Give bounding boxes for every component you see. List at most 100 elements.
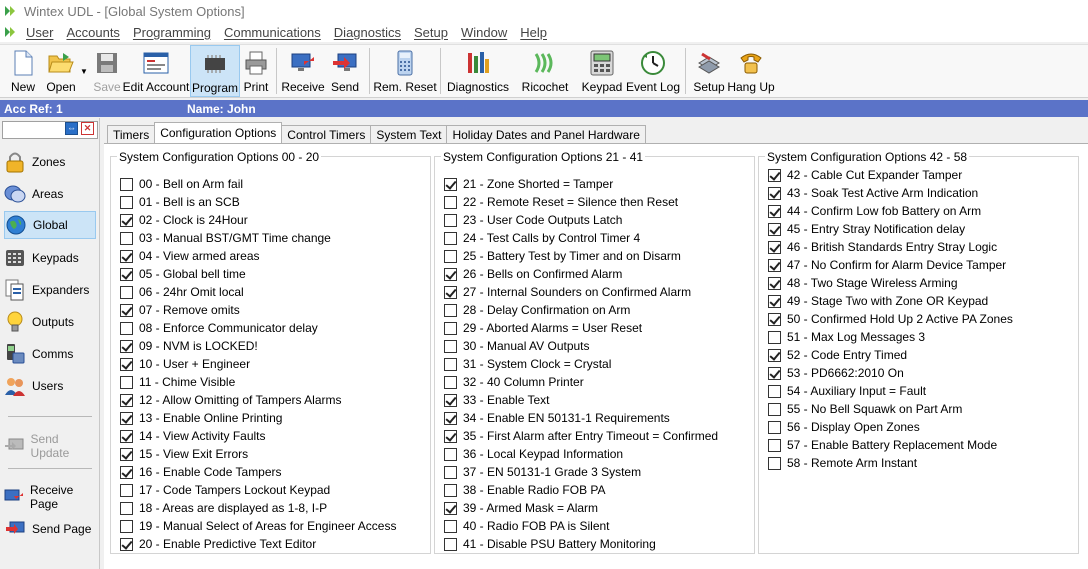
option-checkbox-row[interactable]: 13 - Enable Online Printing [120, 409, 282, 427]
option-checkbox-row[interactable]: 09 - NVM is LOCKED! [120, 337, 258, 355]
checkbox[interactable] [768, 330, 781, 344]
checkbox[interactable] [120, 321, 133, 335]
option-checkbox-row[interactable]: 11 - Chime Visible [120, 373, 235, 391]
menu-help[interactable]: Help [520, 25, 547, 40]
checkbox[interactable] [768, 240, 781, 254]
checkbox[interactable] [444, 501, 457, 515]
program-button[interactable]: Program [190, 45, 240, 97]
checkbox[interactable] [444, 447, 457, 461]
send-button[interactable]: Send [325, 45, 365, 97]
checkbox[interactable] [120, 393, 133, 407]
diagnostics-button[interactable]: Diagnostics [445, 45, 511, 97]
checkbox[interactable] [444, 537, 457, 551]
open-button[interactable]: Open [42, 45, 80, 97]
menu-diagnostics[interactable]: Diagnostics [334, 25, 401, 40]
checkbox[interactable] [120, 375, 133, 389]
checkbox[interactable] [444, 411, 457, 425]
option-checkbox-row[interactable]: 53 - PD6662:2010 On [768, 364, 904, 382]
checkbox[interactable] [768, 276, 781, 290]
checkbox[interactable] [444, 213, 457, 227]
checkbox[interactable] [768, 438, 781, 452]
checkbox[interactable] [768, 204, 781, 218]
checkbox[interactable] [120, 249, 133, 263]
option-checkbox-row[interactable]: 55 - No Bell Squawk on Part Arm [768, 400, 962, 418]
checkbox[interactable] [120, 231, 133, 245]
menu-communications[interactable]: Communications [224, 25, 321, 40]
option-checkbox-row[interactable]: 39 - Armed Mask = Alarm [444, 499, 598, 517]
option-checkbox-row[interactable]: 32 - 40 Column Printer [444, 373, 584, 391]
checkbox[interactable] [768, 420, 781, 434]
checkbox[interactable] [444, 267, 457, 281]
save-button[interactable]: Save [92, 45, 122, 97]
tab-system-text[interactable]: System Text [370, 125, 448, 143]
checkbox[interactable] [120, 483, 133, 497]
option-checkbox-row[interactable]: 24 - Test Calls by Control Timer 4 [444, 229, 640, 247]
new-button[interactable]: New [4, 45, 42, 97]
option-checkbox-row[interactable]: 05 - Global bell time [120, 265, 246, 283]
checkbox[interactable] [444, 339, 457, 353]
checkbox[interactable] [768, 348, 781, 362]
option-checkbox-row[interactable]: 30 - Manual AV Outputs [444, 337, 590, 355]
option-checkbox-row[interactable]: 21 - Zone Shorted = Tamper [444, 175, 613, 193]
sidebar-close-icon[interactable]: ✕ [81, 122, 94, 135]
menu-window[interactable]: Window [461, 25, 507, 40]
event-log-button[interactable]: Event Log [625, 45, 681, 97]
option-checkbox-row[interactable]: 02 - Clock is 24Hour [120, 211, 248, 229]
sidebar-item-zones[interactable]: Zones [4, 148, 96, 176]
option-checkbox-row[interactable]: 25 - Battery Test by Timer and on Disarm [444, 247, 681, 265]
option-checkbox-row[interactable]: 22 - Remote Reset = Silence then Reset [444, 193, 678, 211]
option-checkbox-row[interactable]: 01 - Bell is an SCB [120, 193, 240, 211]
checkbox[interactable] [444, 357, 457, 371]
sidebar-item-areas[interactable]: Areas [4, 180, 96, 208]
option-checkbox-row[interactable]: 33 - Enable Text [444, 391, 550, 409]
checkbox[interactable] [444, 249, 457, 263]
option-checkbox-row[interactable]: 36 - Local Keypad Information [444, 445, 623, 463]
option-checkbox-row[interactable]: 17 - Code Tampers Lockout Keypad [120, 481, 330, 499]
menu-user[interactable]: User [26, 25, 53, 40]
tab-holiday-dates[interactable]: Holiday Dates and Panel Hardware [446, 125, 646, 143]
option-checkbox-row[interactable]: 42 - Cable Cut Expander Tamper [768, 166, 962, 184]
option-checkbox-row[interactable]: 54 - Auxiliary Input = Fault [768, 382, 926, 400]
checkbox[interactable] [444, 195, 457, 209]
checkbox[interactable] [120, 411, 133, 425]
option-checkbox-row[interactable]: 35 - First Alarm after Entry Timeout = C… [444, 427, 718, 445]
checkbox[interactable] [768, 294, 781, 308]
option-checkbox-row[interactable]: 41 - Disable PSU Battery Monitoring [444, 535, 656, 553]
option-checkbox-row[interactable]: 28 - Delay Confirmation on Arm [444, 301, 630, 319]
open-dropdown-arrow-icon[interactable]: ▼ [80, 45, 92, 76]
checkbox[interactable] [120, 267, 133, 281]
option-checkbox-row[interactable]: 27 - Internal Sounders on Confirmed Alar… [444, 283, 691, 301]
checkbox[interactable] [120, 339, 133, 353]
option-checkbox-row[interactable]: 56 - Display Open Zones [768, 418, 920, 436]
option-checkbox-row[interactable]: 47 - No Confirm for Alarm Device Tamper [768, 256, 1006, 274]
checkbox[interactable] [444, 321, 457, 335]
checkbox[interactable] [444, 483, 457, 497]
setup-button[interactable]: Setup [690, 45, 728, 97]
checkbox[interactable] [444, 393, 457, 407]
option-checkbox-row[interactable]: 14 - View Activity Faults [120, 427, 266, 445]
tab-timers[interactable]: Timers [107, 125, 156, 143]
option-checkbox-row[interactable]: 12 - Allow Omitting of Tampers Alarms [120, 391, 342, 409]
option-checkbox-row[interactable]: 26 - Bells on Confirmed Alarm [444, 265, 622, 283]
checkbox[interactable] [768, 384, 781, 398]
receive-page-button[interactable]: Receive Page [4, 483, 96, 511]
option-checkbox-row[interactable]: 20 - Enable Predictive Text Editor [120, 535, 316, 553]
option-checkbox-row[interactable]: 03 - Manual BST/GMT Time change [120, 229, 331, 247]
option-checkbox-row[interactable]: 15 - View Exit Errors [120, 445, 248, 463]
sidebar-item-expanders[interactable]: Expanders [4, 276, 96, 304]
sidebar-item-keypads[interactable]: Keypads [4, 244, 96, 272]
keypad-button[interactable]: Keypad [579, 45, 625, 97]
checkbox[interactable] [120, 501, 133, 515]
menu-setup[interactable]: Setup [414, 25, 448, 40]
option-checkbox-row[interactable]: 43 - Soak Test Active Arm Indication [768, 184, 978, 202]
hang-up-button[interactable]: Hang Up [727, 45, 775, 97]
option-checkbox-row[interactable]: 51 - Max Log Messages 3 [768, 328, 925, 346]
checkbox[interactable] [120, 465, 133, 479]
sidebar-item-comms[interactable]: Comms [4, 340, 96, 368]
checkbox[interactable] [444, 285, 457, 299]
option-checkbox-row[interactable]: 49 - Stage Two with Zone OR Keypad [768, 292, 988, 310]
checkbox[interactable] [444, 303, 457, 317]
checkbox[interactable] [120, 519, 133, 533]
checkbox[interactable] [120, 429, 133, 443]
checkbox[interactable] [768, 312, 781, 326]
